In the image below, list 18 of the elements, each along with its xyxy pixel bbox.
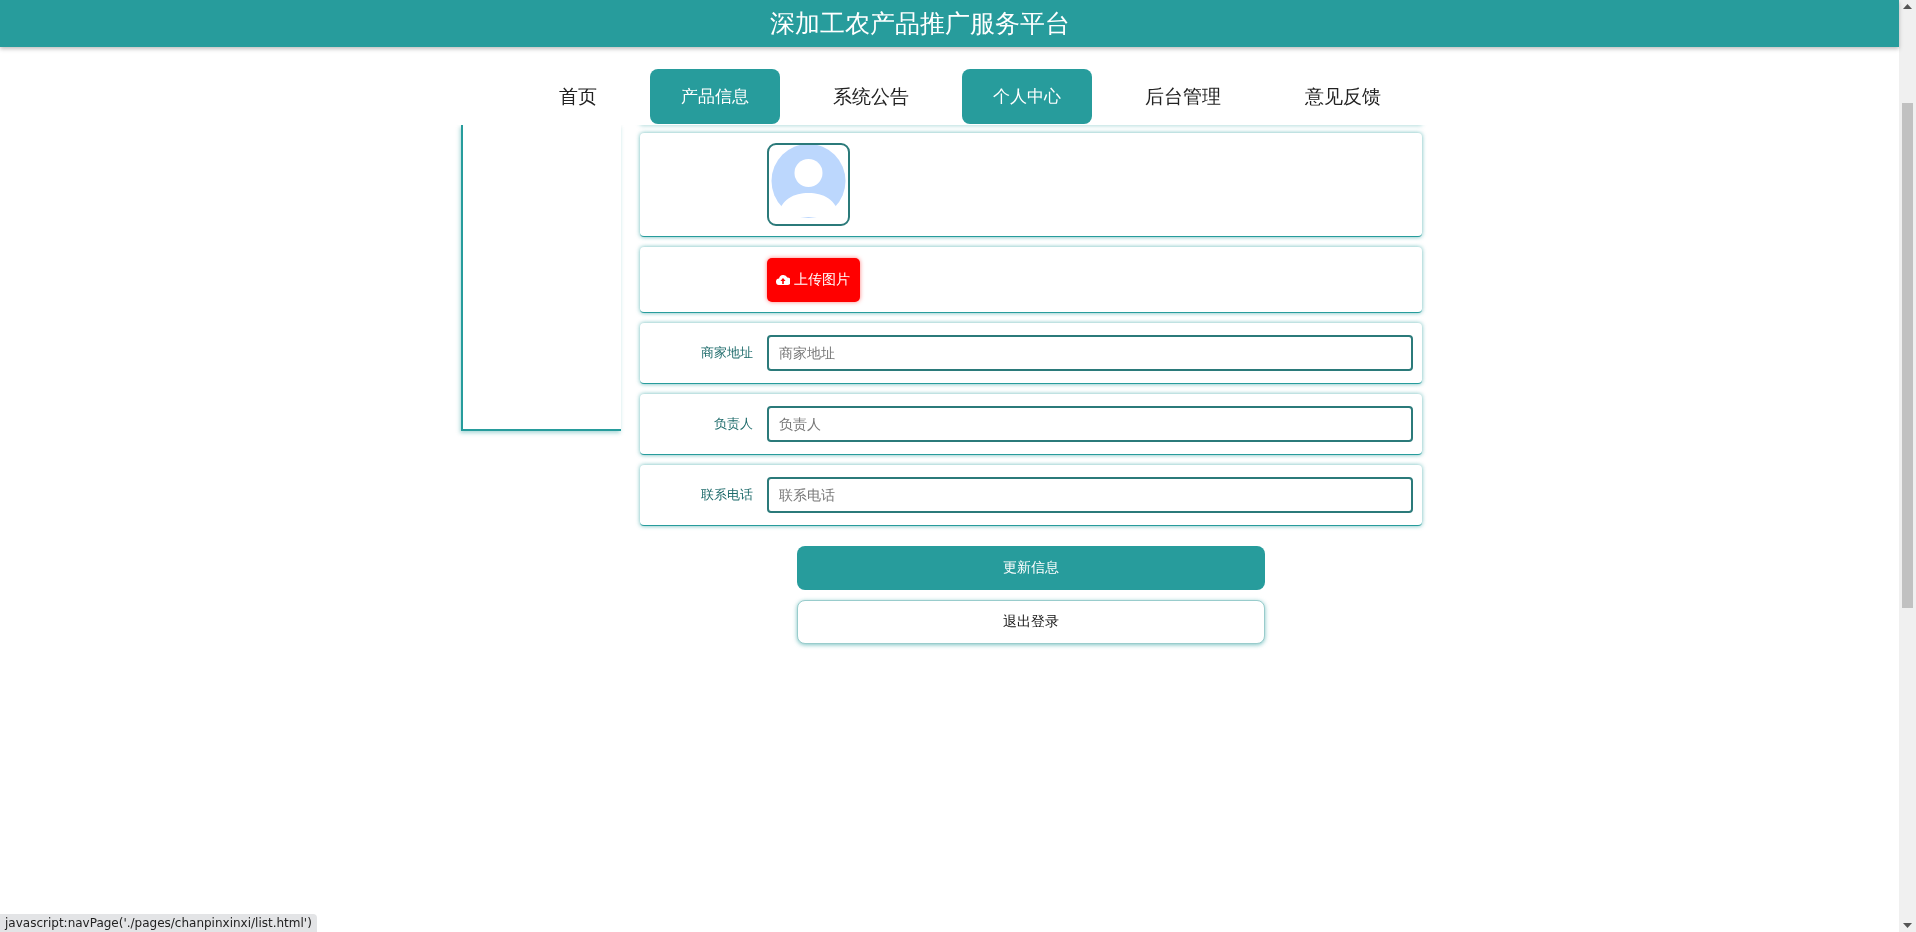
nav-tab[interactable]: 意见反馈 xyxy=(1273,69,1412,124)
nav-tab[interactable]: 系统公告 xyxy=(801,69,940,124)
field-label: 联系电话 xyxy=(700,486,754,504)
upload-button[interactable]: 上传图片 xyxy=(767,257,860,302)
logout-button[interactable]: 退出登录 xyxy=(797,600,1265,644)
input-field[interactable]: 负责人 xyxy=(767,406,1413,442)
input-field[interactable]: 商家地址 xyxy=(767,335,1413,371)
field-label: 商家地址 xyxy=(700,344,754,362)
scroll-up-icon[interactable] xyxy=(1903,4,1912,9)
field-label: 负责人 xyxy=(713,415,754,433)
nav-tab[interactable]: 首页 xyxy=(527,69,628,124)
cloud-upload-icon xyxy=(776,274,790,285)
nav-tab[interactable]: 后台管理 xyxy=(1113,69,1252,124)
input-field[interactable]: 联系电话 xyxy=(767,477,1413,513)
site-title: 深加工农产品推广服务平台 xyxy=(769,8,1070,40)
status-tooltip: javascript:navPage('./pages/chanpinxinxi/list.html') xyxy=(0,914,317,932)
scroll-down-icon[interactable] xyxy=(1903,922,1912,928)
scrollbar-thumb[interactable] xyxy=(1902,102,1913,608)
